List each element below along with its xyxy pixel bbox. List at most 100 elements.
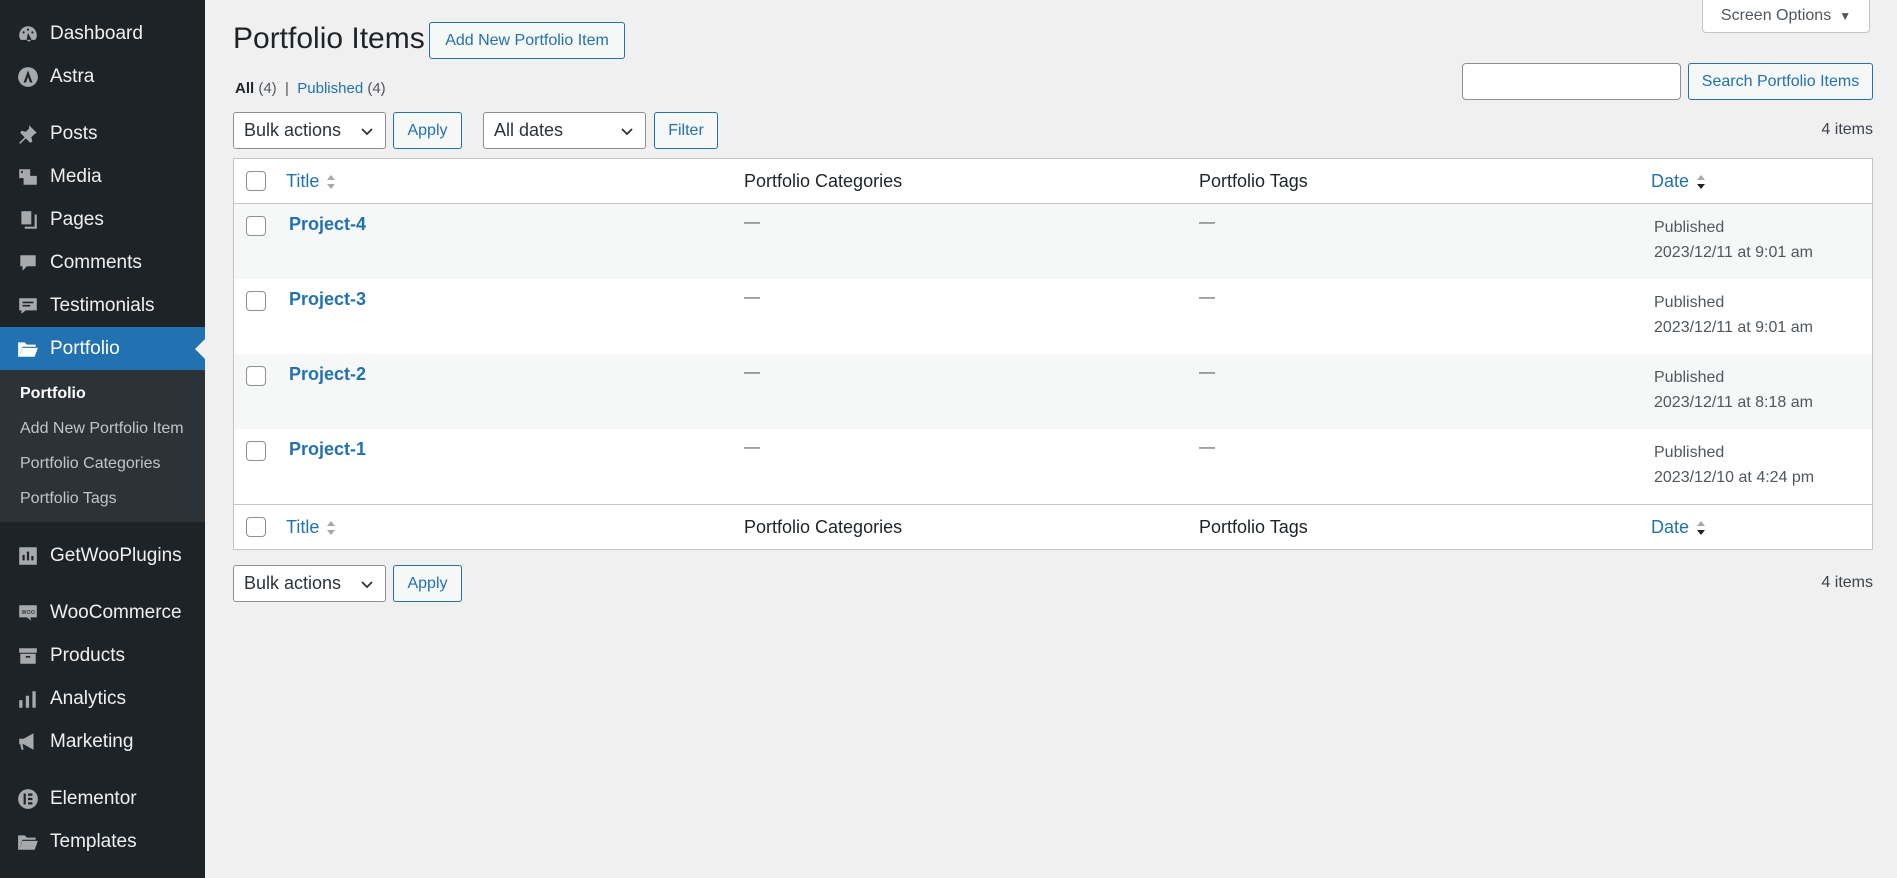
testimonials-icon bbox=[16, 294, 40, 318]
item-title-link[interactable]: Project-2 bbox=[289, 364, 366, 385]
view-all-count: (4) bbox=[258, 80, 277, 97]
menu-item-media[interactable]: Media bbox=[0, 155, 205, 198]
column-date-label: Date bbox=[1651, 171, 1690, 191]
menu-item-products[interactable]: Products bbox=[0, 634, 205, 677]
row-checkbox[interactable] bbox=[246, 366, 266, 386]
table-row: Project-1 — — Published 2023/12/10 at 4:… bbox=[234, 429, 1872, 504]
menu-item-getwooplugins[interactable]: GetWooPlugins bbox=[0, 534, 205, 577]
menu-item-dashboard[interactable]: Dashboard bbox=[0, 12, 205, 55]
main-content: Portfolio Items Add New Portfolio Item S… bbox=[233, 0, 1873, 878]
menu-item-astra[interactable]: Astra bbox=[0, 55, 205, 98]
status-views: All (4) | Published (4) bbox=[235, 80, 386, 97]
sort-icon bbox=[325, 172, 337, 192]
filter-button[interactable]: Filter bbox=[654, 112, 718, 149]
comments-icon bbox=[16, 251, 40, 275]
view-all-link[interactable]: All bbox=[235, 80, 254, 97]
menu-label: Analytics bbox=[50, 687, 127, 709]
item-date-value: 2023/12/10 at 4:24 pm bbox=[1654, 469, 1815, 486]
search-portfolio-items-button[interactable]: Search Portfolio Items bbox=[1688, 63, 1873, 100]
portfolio-submenu: Portfolio Add New Portfolio Item Portfol… bbox=[0, 370, 205, 522]
table-header-row: Title Portfolio Categories Portfolio Tag… bbox=[234, 159, 1872, 204]
menu-item-analytics[interactable]: Analytics bbox=[0, 677, 205, 720]
item-date-value: 2023/12/11 at 9:01 am bbox=[1654, 244, 1813, 261]
row-checkbox[interactable] bbox=[246, 291, 266, 311]
column-date-sort[interactable]: Date bbox=[1651, 171, 1707, 192]
media-icon bbox=[16, 165, 40, 189]
menu-item-posts[interactable]: Posts bbox=[0, 112, 205, 155]
table-row: Project-2 — — Published 2023/12/11 at 8:… bbox=[234, 354, 1872, 429]
bulk-actions-select-bottom[interactable]: Bulk actions bbox=[233, 565, 386, 602]
column-date-sort[interactable]: Date bbox=[1651, 517, 1707, 538]
getwooplugins-icon bbox=[16, 544, 40, 568]
item-title-link[interactable]: Project-1 bbox=[289, 439, 366, 460]
column-tags-label: Portfolio Tags bbox=[1199, 517, 1308, 537]
submenu-item-add-new-portfolio-item[interactable]: Add New Portfolio Item bbox=[0, 411, 205, 446]
menu-item-elementor[interactable]: Elementor bbox=[0, 777, 205, 820]
item-date-value: 2023/12/11 at 8:18 am bbox=[1654, 394, 1813, 411]
add-new-portfolio-item-button[interactable]: Add New Portfolio Item bbox=[429, 22, 625, 59]
item-tags: — bbox=[1199, 439, 1215, 456]
item-title-link[interactable]: Project-4 bbox=[289, 214, 366, 235]
menu-item-comments[interactable]: Comments bbox=[0, 241, 205, 284]
column-tags-label: Portfolio Tags bbox=[1199, 171, 1308, 191]
admin-menu-lower: GetWooPlugins woo WooCommerce Products A… bbox=[0, 522, 205, 863]
item-categories: — bbox=[744, 289, 760, 306]
menu-label: Elementor bbox=[50, 787, 137, 809]
row-checkbox[interactable] bbox=[246, 216, 266, 236]
column-title-sort[interactable]: Title bbox=[286, 517, 337, 538]
item-date: Published 2023/12/11 at 9:01 am bbox=[1654, 215, 1813, 265]
screen-options-button[interactable]: Screen Options ▼ bbox=[1702, 0, 1870, 33]
view-published-count: (4) bbox=[367, 80, 386, 97]
column-title-sort[interactable]: Title bbox=[286, 171, 337, 192]
menu-label: Dashboard bbox=[50, 22, 143, 44]
submenu-item-portfolio-tags[interactable]: Portfolio Tags bbox=[0, 481, 205, 516]
elementor-icon bbox=[16, 787, 40, 811]
menu-label: Astra bbox=[50, 65, 95, 87]
menu-item-marketing[interactable]: Marketing bbox=[0, 720, 205, 763]
item-status: Published bbox=[1654, 444, 1725, 461]
pin-icon bbox=[16, 122, 40, 146]
screen-options-label: Screen Options bbox=[1720, 7, 1832, 24]
menu-item-testimonials[interactable]: Testimonials bbox=[0, 284, 205, 327]
menu-label: Posts bbox=[50, 122, 98, 144]
menu-label: Templates bbox=[50, 830, 137, 852]
item-categories: — bbox=[744, 214, 760, 231]
menu-label: Portfolio bbox=[50, 337, 120, 359]
sort-icon bbox=[325, 518, 337, 538]
menu-label: Marketing bbox=[50, 730, 134, 752]
submenu-item-portfolio-categories[interactable]: Portfolio Categories bbox=[0, 446, 205, 481]
items-count-bottom: 4 items bbox=[1821, 574, 1873, 591]
chevron-down-icon bbox=[619, 123, 635, 139]
items-count: 4 items bbox=[1821, 121, 1873, 138]
menu-item-templates[interactable]: Templates bbox=[0, 820, 205, 863]
dashboard-icon bbox=[16, 22, 40, 46]
row-checkbox[interactable] bbox=[246, 441, 266, 461]
select-all-checkbox-footer[interactable] bbox=[246, 517, 266, 537]
menu-item-portfolio[interactable]: Portfolio bbox=[0, 327, 205, 370]
menu-item-pages[interactable]: Pages bbox=[0, 198, 205, 241]
table-row: Project-3 — — Published 2023/12/11 at 9:… bbox=[234, 279, 1872, 354]
table-row: Project-4 — — Published 2023/12/11 at 9:… bbox=[234, 204, 1872, 279]
view-published-link[interactable]: Published bbox=[297, 80, 363, 97]
select-all-checkbox[interactable] bbox=[246, 171, 266, 191]
menu-label: Pages bbox=[50, 208, 104, 230]
submenu-item-portfolio[interactable]: Portfolio bbox=[0, 376, 205, 411]
admin-menu: Dashboard Astra Posts Media Pages Commen… bbox=[0, 0, 205, 370]
apply-button[interactable]: Apply bbox=[393, 112, 462, 149]
apply-button-bottom[interactable]: Apply bbox=[393, 565, 462, 602]
bulk-actions-select[interactable]: Bulk actions bbox=[233, 112, 386, 149]
menu-label: Products bbox=[50, 644, 125, 666]
search-input[interactable] bbox=[1462, 63, 1681, 100]
menu-item-woocommerce[interactable]: woo WooCommerce bbox=[0, 591, 205, 634]
column-title-label: Title bbox=[286, 171, 320, 191]
sort-desc-icon bbox=[1695, 172, 1707, 192]
pages-icon bbox=[16, 208, 40, 232]
column-title-label: Title bbox=[286, 517, 320, 537]
item-title-link[interactable]: Project-3 bbox=[289, 289, 366, 310]
column-date-label: Date bbox=[1651, 517, 1690, 537]
column-categories-label: Portfolio Categories bbox=[744, 517, 903, 537]
woocommerce-icon: woo bbox=[16, 601, 40, 625]
portfolio-items-table: Title Portfolio Categories Portfolio Tag… bbox=[233, 158, 1873, 550]
item-date: Published 2023/12/10 at 4:24 pm bbox=[1654, 440, 1814, 490]
dates-filter-select[interactable]: All dates bbox=[483, 112, 646, 149]
